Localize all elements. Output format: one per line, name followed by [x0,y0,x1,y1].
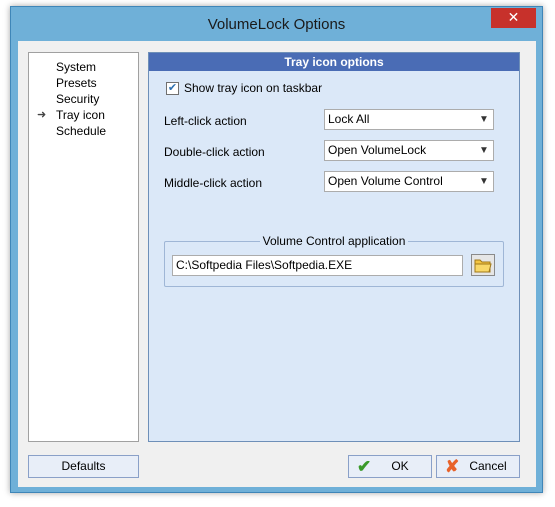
close-icon: ✕ [507,9,520,25]
volume-control-group: Volume Control application C:\Softpedia … [164,234,504,287]
ok-label: OK [391,459,409,473]
double-click-label: Double-click action [164,145,265,159]
defaults-button[interactable]: Defaults [28,455,139,478]
chevron-down-icon: ▼ [479,114,489,125]
title-bar[interactable]: VolumeLock Options ✕ [11,7,542,41]
nav-item-schedule[interactable]: Schedule [54,123,108,139]
left-click-value: Lock All [328,112,370,126]
show-tray-checkbox[interactable]: ✔ [166,82,179,95]
chevron-down-icon: ▼ [479,145,489,156]
close-button[interactable]: ✕ [491,8,536,28]
group-legend: Volume Control application [259,234,409,248]
middle-click-select[interactable]: Open Volume Control ▼ [324,171,494,192]
show-tray-label[interactable]: Show tray icon on taskbar [184,81,322,95]
folder-icon [474,259,492,273]
middle-click-value: Open Volume Control [328,174,443,188]
nav-item-tray-icon[interactable]: Tray icon [54,107,107,123]
left-click-label: Left-click action [164,114,247,128]
nav-item-system[interactable]: System [54,59,98,75]
panel-header: Tray icon options [149,53,519,71]
browse-button[interactable] [471,254,495,276]
options-window: VolumeLock Options ✕ System Presets Secu… [10,6,543,493]
nav-item-presets[interactable]: Presets [54,75,99,91]
ok-button[interactable]: ✔ OK [348,455,432,478]
chevron-down-icon: ▼ [479,176,489,187]
cancel-button[interactable]: ✘ Cancel [436,455,520,478]
left-click-select[interactable]: Lock All ▼ [324,109,494,130]
volume-app-path-input[interactable]: C:\Softpedia Files\Softpedia.EXE [172,255,463,276]
tray-options-panel: Tray icon options ✔ Show tray icon on ta… [148,52,520,442]
checkmark-icon: ✔ [167,82,178,94]
double-click-value: Open VolumeLock [328,143,427,157]
cancel-label: Cancel [469,459,507,473]
double-click-select[interactable]: Open VolumeLock ▼ [324,140,494,161]
nav-item-security[interactable]: Security [54,91,101,107]
selected-arrow-icon: ➜ [37,109,47,121]
middle-click-label: Middle-click action [164,176,263,190]
dialog-client-area: System Presets Security ➜ Tray icon Sche… [18,41,536,487]
window-title: VolumeLock Options [207,16,346,33]
category-list: System Presets Security ➜ Tray icon Sche… [28,52,139,442]
